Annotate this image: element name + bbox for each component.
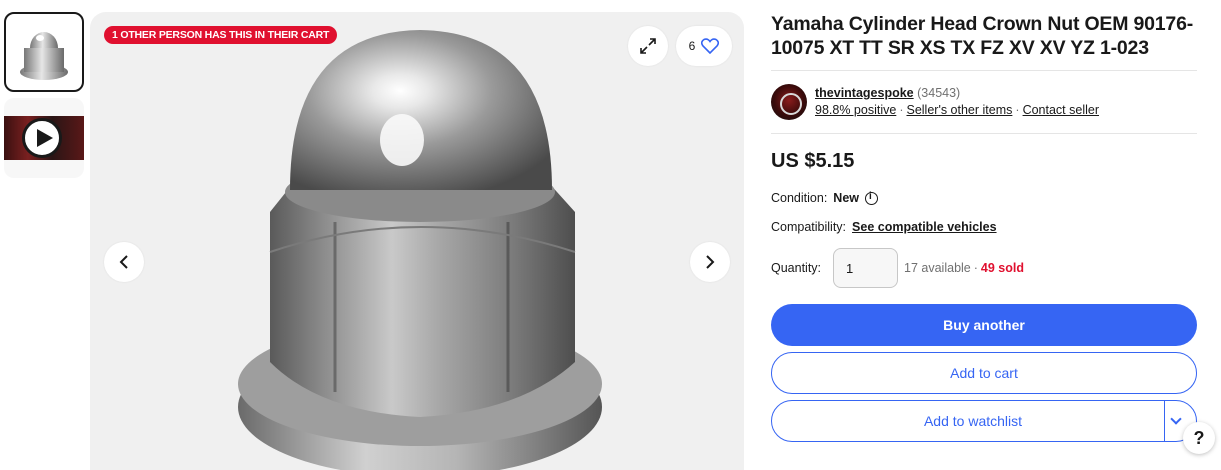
listing-title: Yamaha Cylinder Head Crown Nut OEM 90176… <box>771 13 1194 59</box>
thumbnail-strip <box>4 12 84 184</box>
condition-value: New <box>833 191 859 205</box>
available-count: 17 available <box>904 261 971 275</box>
quantity-row: Quantity: 17 available · 49 sold <box>771 248 1197 288</box>
info-icon[interactable] <box>865 191 878 205</box>
compatible-vehicles-link[interactable]: See compatible vehicles <box>852 220 997 234</box>
buy-another-button[interactable]: Buy another <box>771 304 1197 346</box>
chevron-down-icon[interactable] <box>1170 413 1182 425</box>
nut-thumbnail-image <box>20 32 68 80</box>
condition-row: Condition: New <box>771 191 1197 205</box>
thumbnail-video[interactable] <box>4 98 84 178</box>
expand-icon <box>640 38 656 54</box>
next-image-button[interactable] <box>690 242 730 282</box>
heart-icon <box>701 38 720 54</box>
seller-positive-link[interactable]: 98.8% positive <box>815 103 896 117</box>
compatibility-row: Compatibility: See compatible vehicles <box>771 220 1197 234</box>
item-price: US $5.15 <box>771 150 855 172</box>
previous-image-button[interactable] <box>104 242 144 282</box>
play-icon <box>22 118 62 158</box>
seller-other-items-link[interactable]: Seller's other items <box>906 103 1012 117</box>
quantity-input[interactable] <box>833 248 899 288</box>
sold-count: 49 sold <box>980 261 1024 275</box>
listing-panel: Yamaha Cylinder Head Crown Nut OEM 90176… <box>771 12 1197 444</box>
action-buttons: Buy another Add to cart Add to watchlist <box>771 304 1197 444</box>
expand-image-button[interactable] <box>628 26 668 66</box>
add-to-cart-button[interactable]: Add to cart <box>771 352 1197 394</box>
main-image-viewer[interactable]: 1 OTHER PERSON HAS THIS IN THEIR CART 6 <box>90 12 744 470</box>
nut-product-image <box>238 30 602 470</box>
quantity-label: Quantity: <box>771 261 822 275</box>
condition-label: Condition: <box>771 191 828 205</box>
compatibility-label: Compatibility: <box>771 220 847 234</box>
chevron-left-icon <box>119 255 128 269</box>
chevron-right-icon <box>706 255 715 269</box>
seller-feedback-count: (34543) <box>917 86 961 100</box>
contact-seller-link[interactable]: Contact seller <box>1023 103 1099 117</box>
seller-name-link[interactable]: thevintagespoke <box>815 86 914 100</box>
divider <box>771 133 1197 134</box>
add-to-watchlist-label: Add to watchlist <box>923 413 1023 429</box>
seller-avatar[interactable] <box>771 84 807 120</box>
thumbnail-nut[interactable] <box>4 12 84 92</box>
watchers-button[interactable]: 6 <box>676 26 732 66</box>
watcher-count: 6 <box>688 39 696 53</box>
cart-count-badge: 1 OTHER PERSON HAS THIS IN THEIR CART <box>104 26 338 44</box>
add-to-watchlist-button[interactable]: Add to watchlist <box>771 400 1197 442</box>
split-divider <box>1164 401 1165 441</box>
help-button[interactable]: ? <box>1183 422 1215 454</box>
seller-info: thevintagespoke (34543) 98.8% positive · S… <box>771 71 1197 133</box>
